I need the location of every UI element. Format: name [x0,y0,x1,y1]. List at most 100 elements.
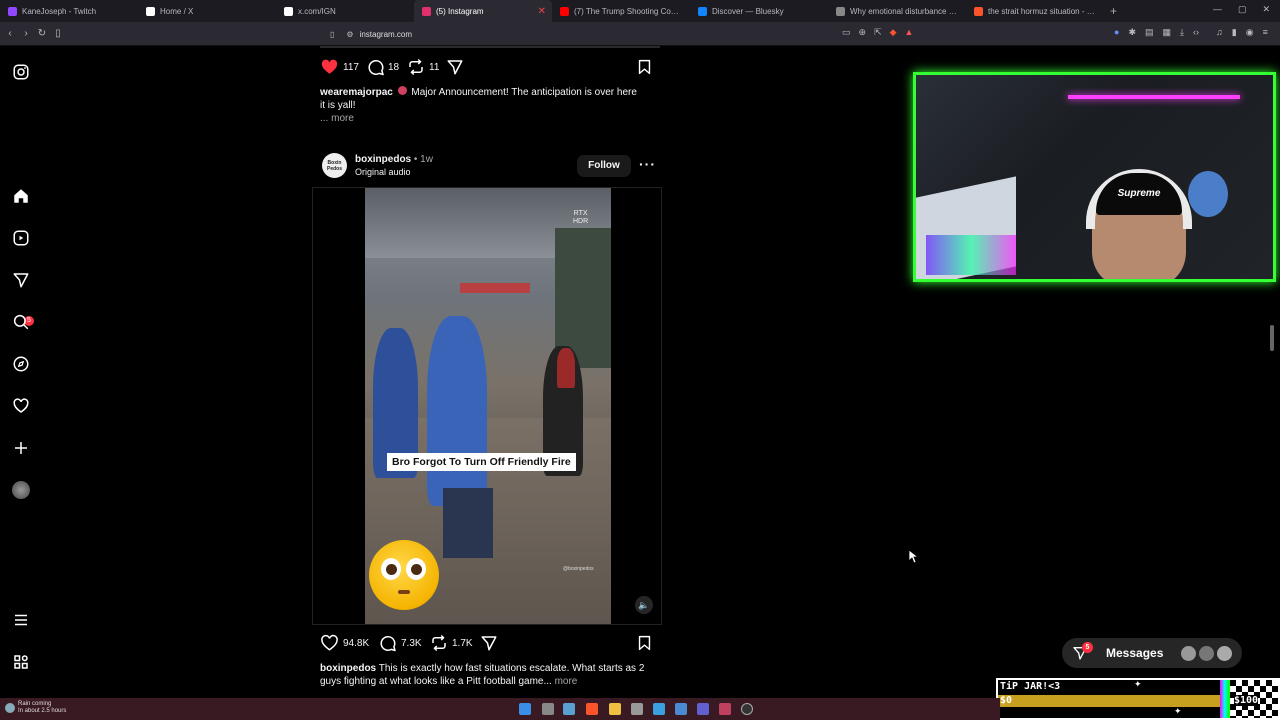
more-apps-icon[interactable] [11,652,31,672]
reload-icon[interactable]: ↻ [34,28,50,39]
comment-icon[interactable] [378,634,397,652]
emoji-pupil [386,564,397,575]
post1-repost-count: 11 [429,62,440,73]
post2-actions: 94.8K 7.3K 1.7K [320,634,660,654]
obs-icon[interactable] [741,703,753,715]
wallet-icon[interactable]: ▤ [1145,27,1154,38]
post1-more-link[interactable]: ... more [320,113,354,124]
sidebar-toggle-icon[interactable]: ▯ [50,28,66,39]
post1-username[interactable]: wearemajorpac [320,87,393,98]
post2-like-count: 94.8K [343,638,370,649]
mute-button[interactable]: 🔈 [635,596,653,614]
panel-icon[interactable]: ▮ [1232,27,1237,38]
tab-bluesky[interactable]: Discover — Bluesky [690,0,828,22]
window-controls: — ▢ ✕ [1213,4,1270,15]
profile-icon[interactable]: ◉ [1246,27,1254,38]
post2-avatar[interactable]: Boxin Pedos [322,153,347,178]
tab-brave-search[interactable]: the strait hormuz situation - Brave S... [966,0,1104,22]
comment-icon[interactable] [366,58,385,76]
tab-instagram[interactable]: (5) Instagram ✕ [414,0,552,22]
tab-article[interactable]: Why emotional disturbance is a dou... [828,0,966,22]
instagram-icon[interactable] [11,62,31,82]
app-icon[interactable] [719,703,731,715]
tab-x-ign[interactable]: x.com/IGN [276,0,414,22]
share-icon[interactable] [446,58,464,76]
like-icon[interactable] [320,634,339,652]
repost-icon[interactable] [430,634,448,652]
app-icon[interactable] [563,703,575,715]
home-icon[interactable] [11,186,31,206]
music-icon[interactable]: ♫ [1216,27,1223,38]
save-icon[interactable] [636,58,653,76]
tab-x-home[interactable]: Home / X [138,0,276,22]
url-text[interactable]: instagram.com [360,30,412,39]
post2-caption: boxinpedos This is exactly how fast situ… [320,662,660,688]
new-tab-button[interactable]: + [1110,4,1117,18]
repost-icon[interactable] [407,58,425,76]
post2-audio[interactable]: Original audio [355,167,411,177]
brave-shields-icon[interactable]: ◆ [890,27,897,38]
weather-widget[interactable]: Rain coming In about 2.5 hours [18,701,66,715]
puzzle-icon[interactable]: ✱ [1128,27,1136,38]
extension-icon[interactable]: ● [1114,27,1119,38]
brave-rewards-icon[interactable]: ▲ [905,27,914,38]
post2-caption-username[interactable]: boxinpedos [320,663,376,674]
tab-twitch[interactable]: KaneJoseph - Twitch [0,0,138,22]
bluesky-favicon [698,6,707,16]
close-tab-icon[interactable]: ✕ [538,6,546,17]
share-icon[interactable]: ⇱ [874,27,882,38]
download-icon[interactable]: ⤓ [1180,27,1184,38]
start-icon[interactable] [519,703,531,715]
create-icon[interactable] [11,438,31,458]
settings-icon[interactable] [631,703,643,715]
zoom-icon[interactable]: ⊕ [859,27,867,38]
messages-button[interactable]: 5 Messages [1062,638,1242,668]
post-options-icon[interactable]: ··· [639,156,656,172]
close-window-button[interactable]: ✕ [1262,4,1270,15]
red-banner [460,283,530,293]
toolbar-right: ▭ ⊕ ⇱ ◆ ▲ [842,27,913,38]
sparkle-icon: ✦ [1174,706,1182,716]
like-filled-icon[interactable] [320,58,339,76]
youtube-favicon [560,6,569,16]
tab-youtube[interactable]: (7) The Trump Shooting Conspiracies [552,0,690,22]
post1-caption-line1: Major Announcement! The anticipation is … [411,87,637,98]
post2-video[interactable]: RTX HDR Bro Forgot To Turn Off Friendly … [312,187,662,625]
forward-icon[interactable]: › [18,28,34,39]
address-bar[interactable]: ▯ ⚙ instagram.com [330,26,930,42]
back-icon[interactable]: ‹ [2,28,18,39]
reader-icon[interactable]: ▭ [842,27,851,38]
x-favicon [146,6,155,16]
app-icon[interactable] [675,703,687,715]
reels-icon[interactable] [11,228,31,248]
menu-icon[interactable]: ≡ [1263,27,1268,38]
app-icon[interactable] [653,703,665,715]
devtools-icon[interactable]: ‹› [1193,27,1199,38]
notifications-icon[interactable] [11,396,31,416]
rtx-hdr-label: RTX HDR [573,210,588,226]
scrollbar-thumb[interactable] [1270,325,1274,351]
post2-username[interactable]: boxinpedos [355,154,411,165]
explorer-icon[interactable] [609,703,621,715]
avatar [1181,645,1197,661]
follow-button[interactable]: Follow [577,155,631,177]
post2-caption-line1: This is exactly how fast situations esca… [378,663,645,674]
save-icon[interactable] [636,634,653,652]
menu-icon[interactable] [11,610,31,630]
maximize-button[interactable]: ▢ [1238,4,1247,15]
flushed-emoji-icon [369,540,439,610]
post1-caption-line2: it is yall! [320,100,356,111]
messages-icon[interactable] [11,270,31,290]
explore-icon[interactable] [11,354,31,374]
minimize-button[interactable]: — [1213,4,1222,15]
search-icon[interactable] [11,312,31,332]
post2-more-link[interactable]: more [555,676,578,687]
share-icon[interactable] [480,634,498,652]
profile-avatar-icon[interactable] [11,480,31,500]
app-icon[interactable] [697,703,709,715]
brave-taskbar-icon[interactable] [586,703,598,715]
tabs-icon[interactable]: ▦ [1163,27,1172,38]
taskview-icon[interactable] [542,703,554,715]
bookmark-icon[interactable]: ▯ [330,30,334,39]
site-info-icon[interactable]: ⚙ [346,30,353,39]
